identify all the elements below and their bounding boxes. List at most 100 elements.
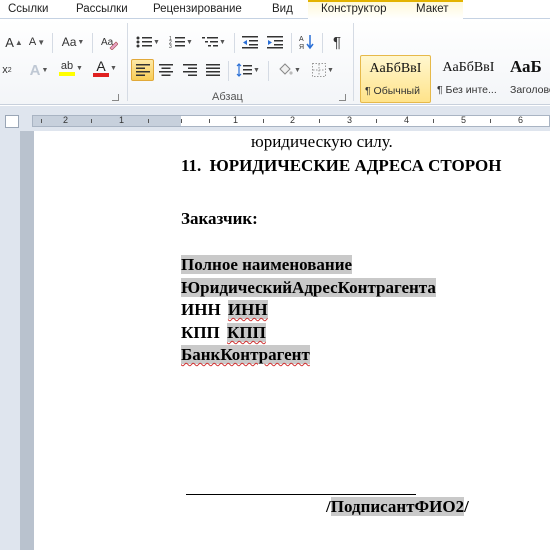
justify-button[interactable]	[203, 59, 223, 81]
align-center-button[interactable]	[156, 59, 176, 81]
svg-text:А: А	[299, 36, 304, 43]
ruler-area: 2 1 1 2 3 4 5 6	[0, 106, 550, 131]
signatory-line: /ПодписантФИО2/	[326, 497, 469, 517]
multilevel-list-icon	[202, 37, 219, 47]
inn-field[interactable]: ИНН	[227, 300, 268, 319]
borders-button[interactable]: ▼	[308, 59, 338, 81]
increase-indent-button[interactable]	[264, 31, 286, 53]
document-page[interactable]: юридическую силу. 11. ЮРИДИЧЕСКИЕ АДРЕСА…	[34, 131, 550, 550]
style-sample: АаБбВвI	[442, 60, 495, 75]
vertical-ruler	[20, 131, 34, 550]
style-name: ¶ Обычный	[365, 85, 420, 97]
slash: /	[464, 497, 469, 516]
align-center-icon	[159, 64, 173, 76]
tab-selector[interactable]	[5, 115, 19, 128]
tab-layout[interactable]: Макет	[416, 3, 449, 15]
decrease-indent-button[interactable]	[239, 31, 261, 53]
horizontal-ruler[interactable]: 2 1 1 2 3 4 5 6	[32, 115, 550, 127]
clear-formatting-button[interactable]: Aa	[98, 31, 120, 53]
text-effects-icon: A	[29, 61, 41, 79]
justify-icon	[206, 64, 220, 76]
highlight-color-bar	[59, 72, 76, 76]
group-divider	[353, 23, 354, 101]
divider	[291, 33, 292, 53]
divider	[92, 33, 93, 53]
svg-text:3: 3	[169, 44, 172, 49]
field-value: БанкКонтрагент	[181, 345, 310, 364]
font-color-bar	[93, 72, 110, 77]
align-right-button[interactable]	[180, 59, 200, 81]
shading-button[interactable]: ▼	[274, 59, 304, 81]
align-left-button[interactable]	[131, 59, 154, 81]
legal-address-field[interactable]: ЮридическийАдресКонтрагента	[181, 278, 436, 298]
heading-number: 11.	[181, 156, 202, 175]
tab-mailings[interactable]: Рассылки	[76, 3, 128, 15]
full-name-field[interactable]: Полное наименование	[181, 255, 353, 275]
ruler-number: 3	[347, 115, 353, 125]
font-dialog-launcher[interactable]	[112, 94, 119, 101]
tab-design[interactable]: Конструктор	[321, 3, 387, 15]
style-heading-1[interactable]: АаБ Заголово	[506, 55, 550, 103]
ruler-number: 2	[290, 115, 296, 125]
bullets-icon	[136, 36, 153, 48]
line-spacing-icon	[236, 63, 253, 77]
paragraph-dialog-launcher[interactable]	[339, 94, 346, 101]
style-name: ¶ Без инте...	[437, 84, 497, 96]
font-color-button[interactable]: A ▼	[90, 57, 120, 79]
ribbon-tab-bar: Ссылки Рассылки Рецензирование Вид Конст…	[0, 0, 550, 19]
section-heading: 11. ЮРИДИЧЕСКИЕ АДРЕСА СТОРОН	[181, 156, 501, 176]
shrink-font-icon: A	[28, 36, 37, 48]
signature-line	[186, 494, 416, 495]
tab-view[interactable]: Вид	[272, 3, 293, 15]
kpp-line: КПП КПП	[181, 323, 266, 343]
decrease-indent-icon	[242, 36, 258, 49]
ruler-number: 1	[119, 115, 125, 125]
ribbon: A ▲ A ▼ Aa ▼ Aa x2 A ▼ ab ▼ A ▼ ▼ 1 2 3 …	[0, 19, 550, 105]
text-line: юридическую силу.	[251, 132, 393, 151]
grow-font-button[interactable]: A ▲	[4, 31, 24, 53]
bank-field[interactable]: БанкКонтрагент	[181, 345, 310, 365]
tab-review[interactable]: Рецензирование	[153, 3, 242, 15]
ruler-number: 2	[63, 115, 69, 125]
divider	[234, 33, 235, 53]
align-right-icon	[183, 64, 197, 76]
ruler-left-margin	[33, 116, 181, 126]
text-highlight-button[interactable]: ab ▼	[56, 57, 86, 79]
tab-references[interactable]: Ссылки	[8, 3, 49, 15]
font-color-icon: A	[96, 57, 106, 74]
line-spacing-button[interactable]: ▼	[233, 59, 263, 81]
clear-formatting-icon: Aa	[101, 37, 118, 50]
divider	[228, 61, 229, 81]
paragraph-group-label: Абзац	[212, 91, 243, 103]
kpp-label: КПП	[181, 323, 220, 342]
style-no-spacing[interactable]: АаБбВвI ¶ Без инте...	[433, 55, 504, 103]
style-sample: АаБ	[510, 57, 542, 76]
svg-text:Я: Я	[299, 44, 304, 50]
sort-button[interactable]: А Я	[296, 31, 318, 53]
show-marks-button[interactable]: ¶	[327, 31, 347, 53]
customer-label: Заказчик:	[181, 209, 258, 228]
divider	[52, 33, 53, 53]
increase-indent-icon	[267, 36, 283, 49]
shrink-font-button[interactable]: A ▼	[28, 31, 46, 53]
change-case-button[interactable]: Aa ▼	[58, 31, 88, 53]
style-normal[interactable]: АаБбВвI ¶ Обычный	[360, 55, 431, 103]
paint-bucket-icon	[279, 63, 293, 75]
numbering-button[interactable]: 1 2 3 ▼	[166, 31, 196, 53]
text-effects-button[interactable]: A ▼	[24, 59, 54, 81]
kpp-field[interactable]: КПП	[227, 323, 266, 342]
bullets-button[interactable]: ▼	[133, 31, 163, 53]
ruler-number: 6	[518, 115, 524, 125]
field-value: ЮридическийАдресКонтрагента	[181, 278, 436, 297]
inn-line: ИНН ИНН	[181, 300, 268, 320]
grow-font-icon: A	[5, 34, 14, 50]
superscript-button[interactable]: x2	[0, 59, 14, 81]
signatory-name-field[interactable]: ПодписантФИО2	[330, 497, 465, 516]
borders-icon	[312, 63, 327, 77]
change-case-icon: Aa	[61, 35, 77, 49]
divider	[268, 61, 269, 81]
group-divider	[127, 23, 128, 101]
multilevel-list-button[interactable]: ▼	[199, 31, 229, 53]
sort-icon: А Я	[299, 35, 314, 50]
heading-text: ЮРИДИЧЕСКИЕ АДРЕСА СТОРОН	[209, 156, 502, 175]
